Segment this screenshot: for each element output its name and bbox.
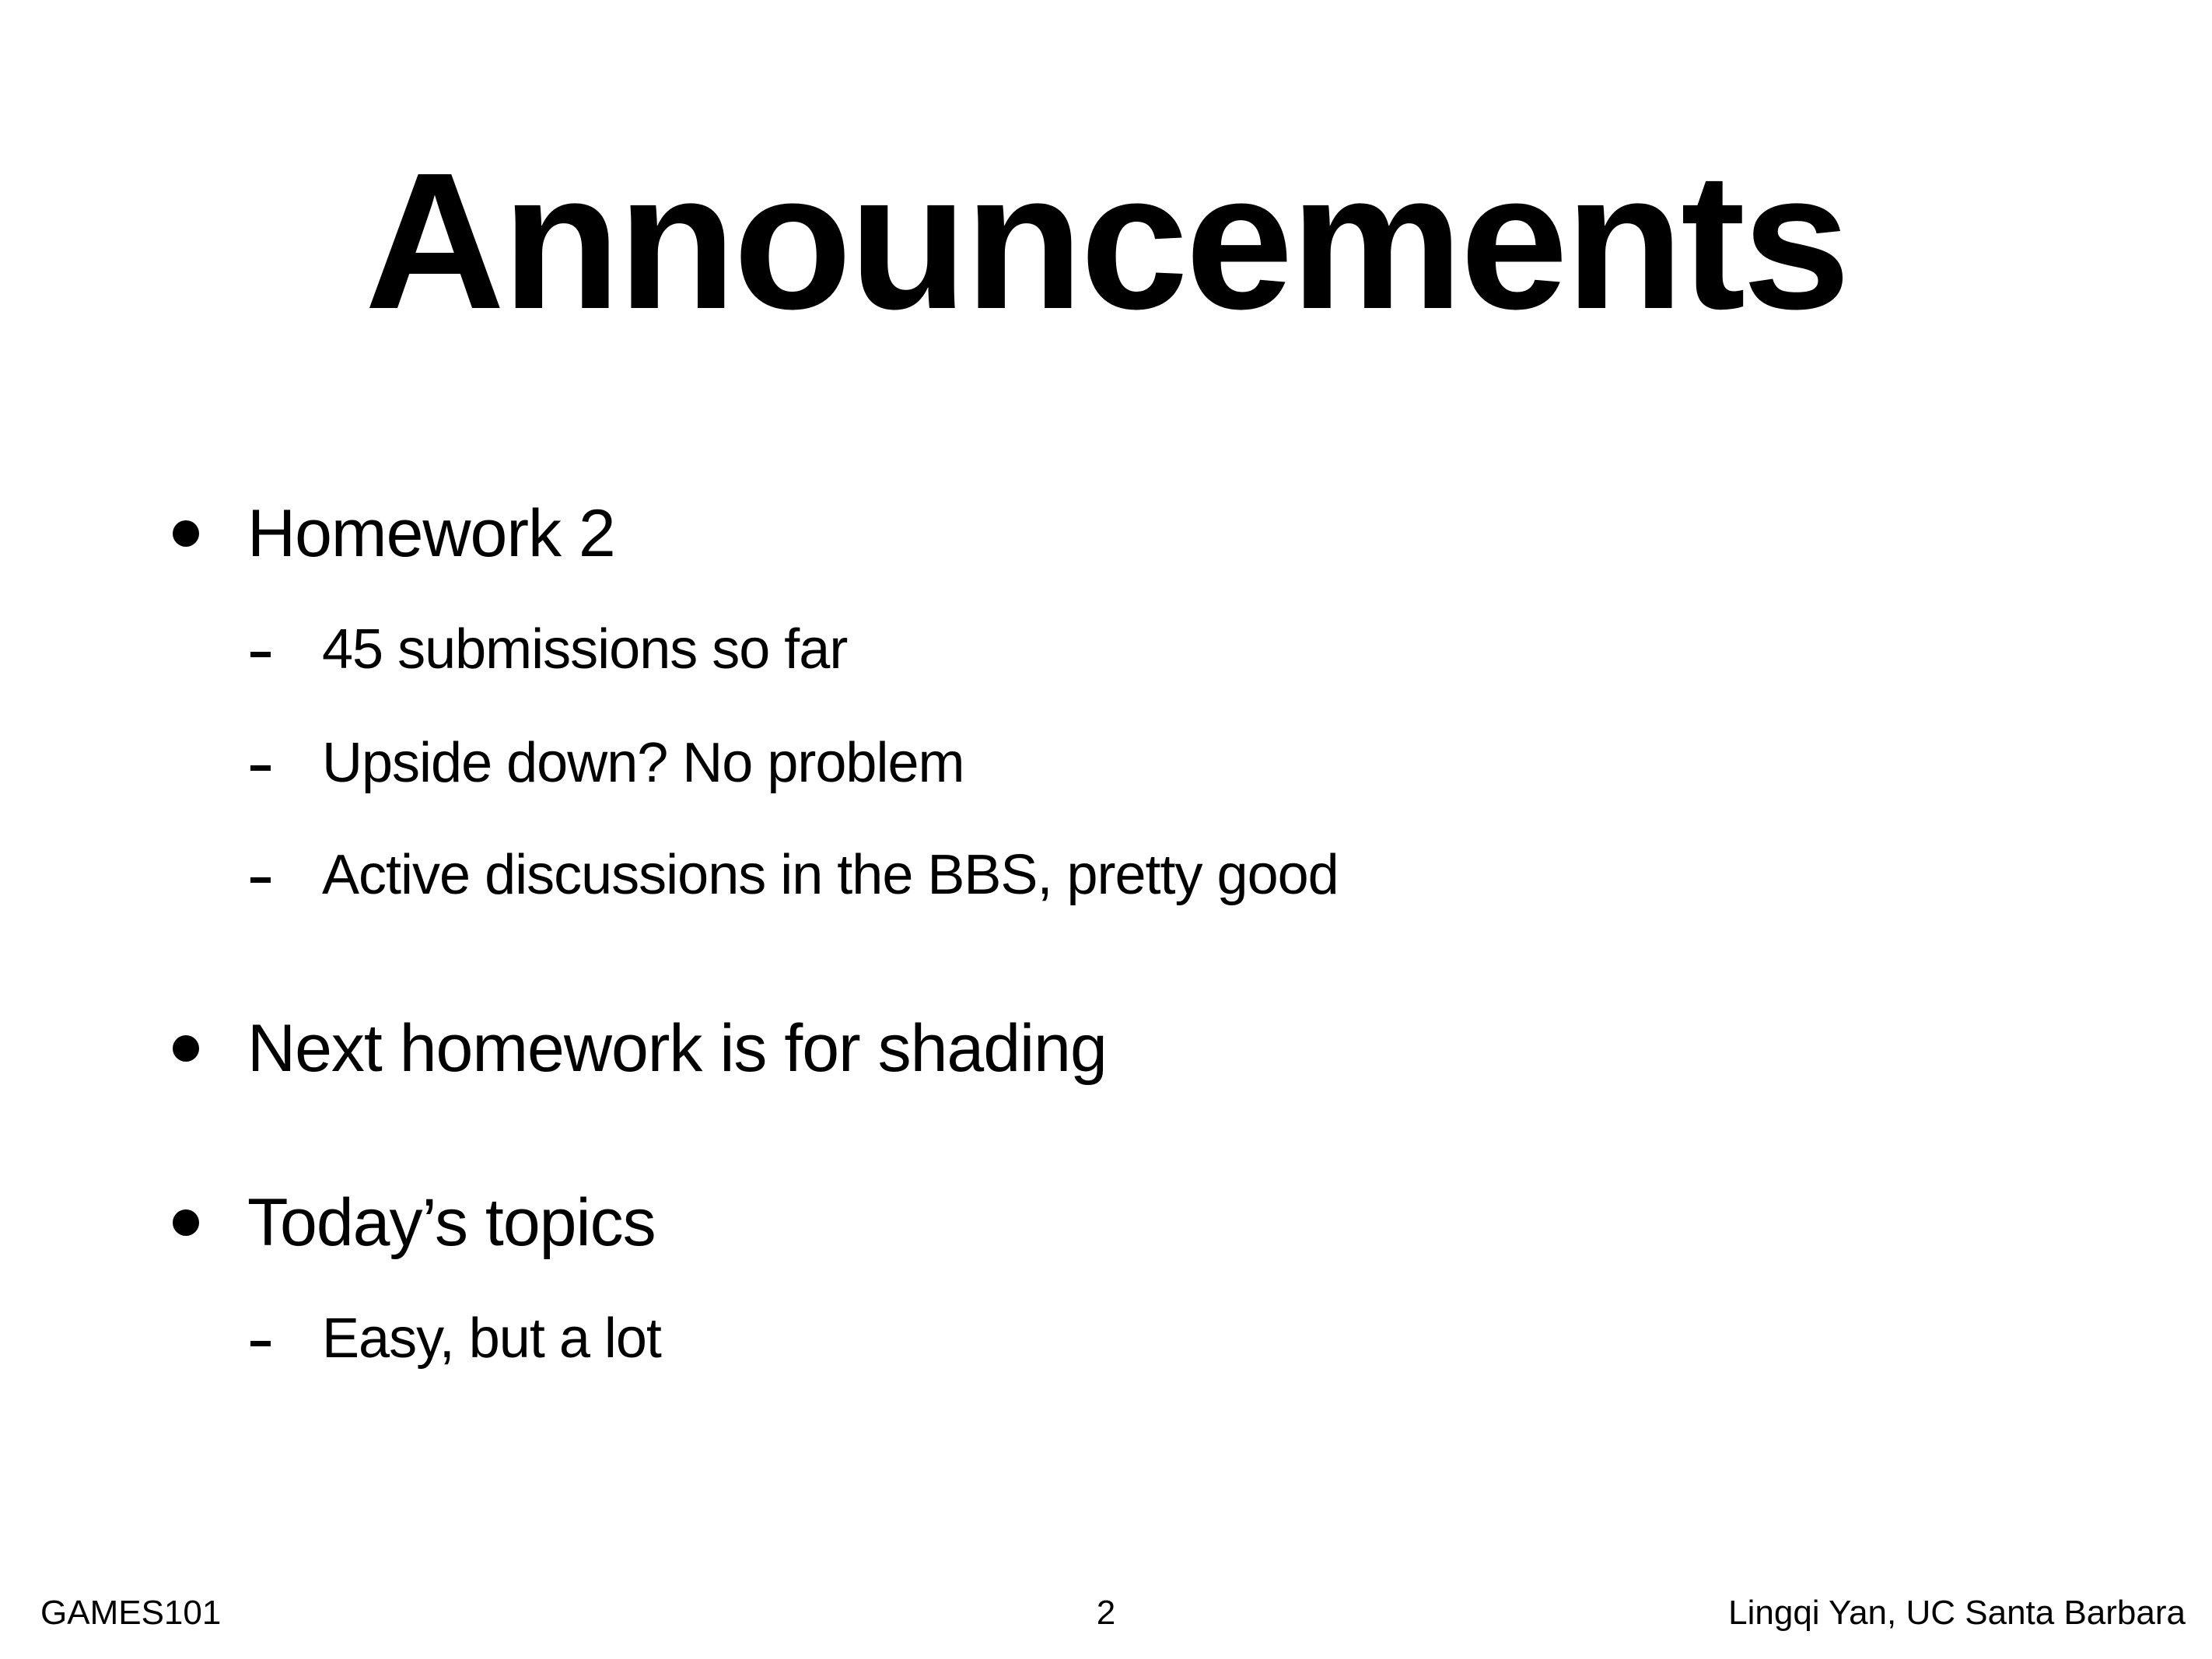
slide: Announcements Homework 2 45 submissions … bbox=[0, 0, 2212, 1659]
bullet-label: Today’s topics bbox=[247, 1185, 656, 1260]
bullet-dot-icon bbox=[173, 520, 199, 547]
dash-icon bbox=[250, 877, 271, 883]
slide-title: Announcements bbox=[364, 132, 1851, 349]
sub-item-label: Upside down? No problem bbox=[322, 732, 964, 794]
bullet-dot-icon bbox=[173, 1035, 199, 1062]
bullet-label: Next homework is for shading bbox=[247, 1011, 1108, 1086]
dash-icon bbox=[250, 765, 271, 771]
footer-author: Lingqi Yan, UC Santa Barbara bbox=[1728, 1594, 2186, 1632]
sub-item-label: 45 submissions so far bbox=[322, 618, 848, 681]
sub-item-label: Active discussions in the BBS, pretty go… bbox=[322, 844, 1339, 906]
bullet-label: Homework 2 bbox=[247, 496, 616, 571]
bullet-dot-icon bbox=[173, 1209, 199, 1236]
dash-icon bbox=[250, 652, 271, 657]
dash-icon bbox=[250, 1341, 271, 1346]
sub-item-label: Easy, but a lot bbox=[322, 1307, 662, 1370]
